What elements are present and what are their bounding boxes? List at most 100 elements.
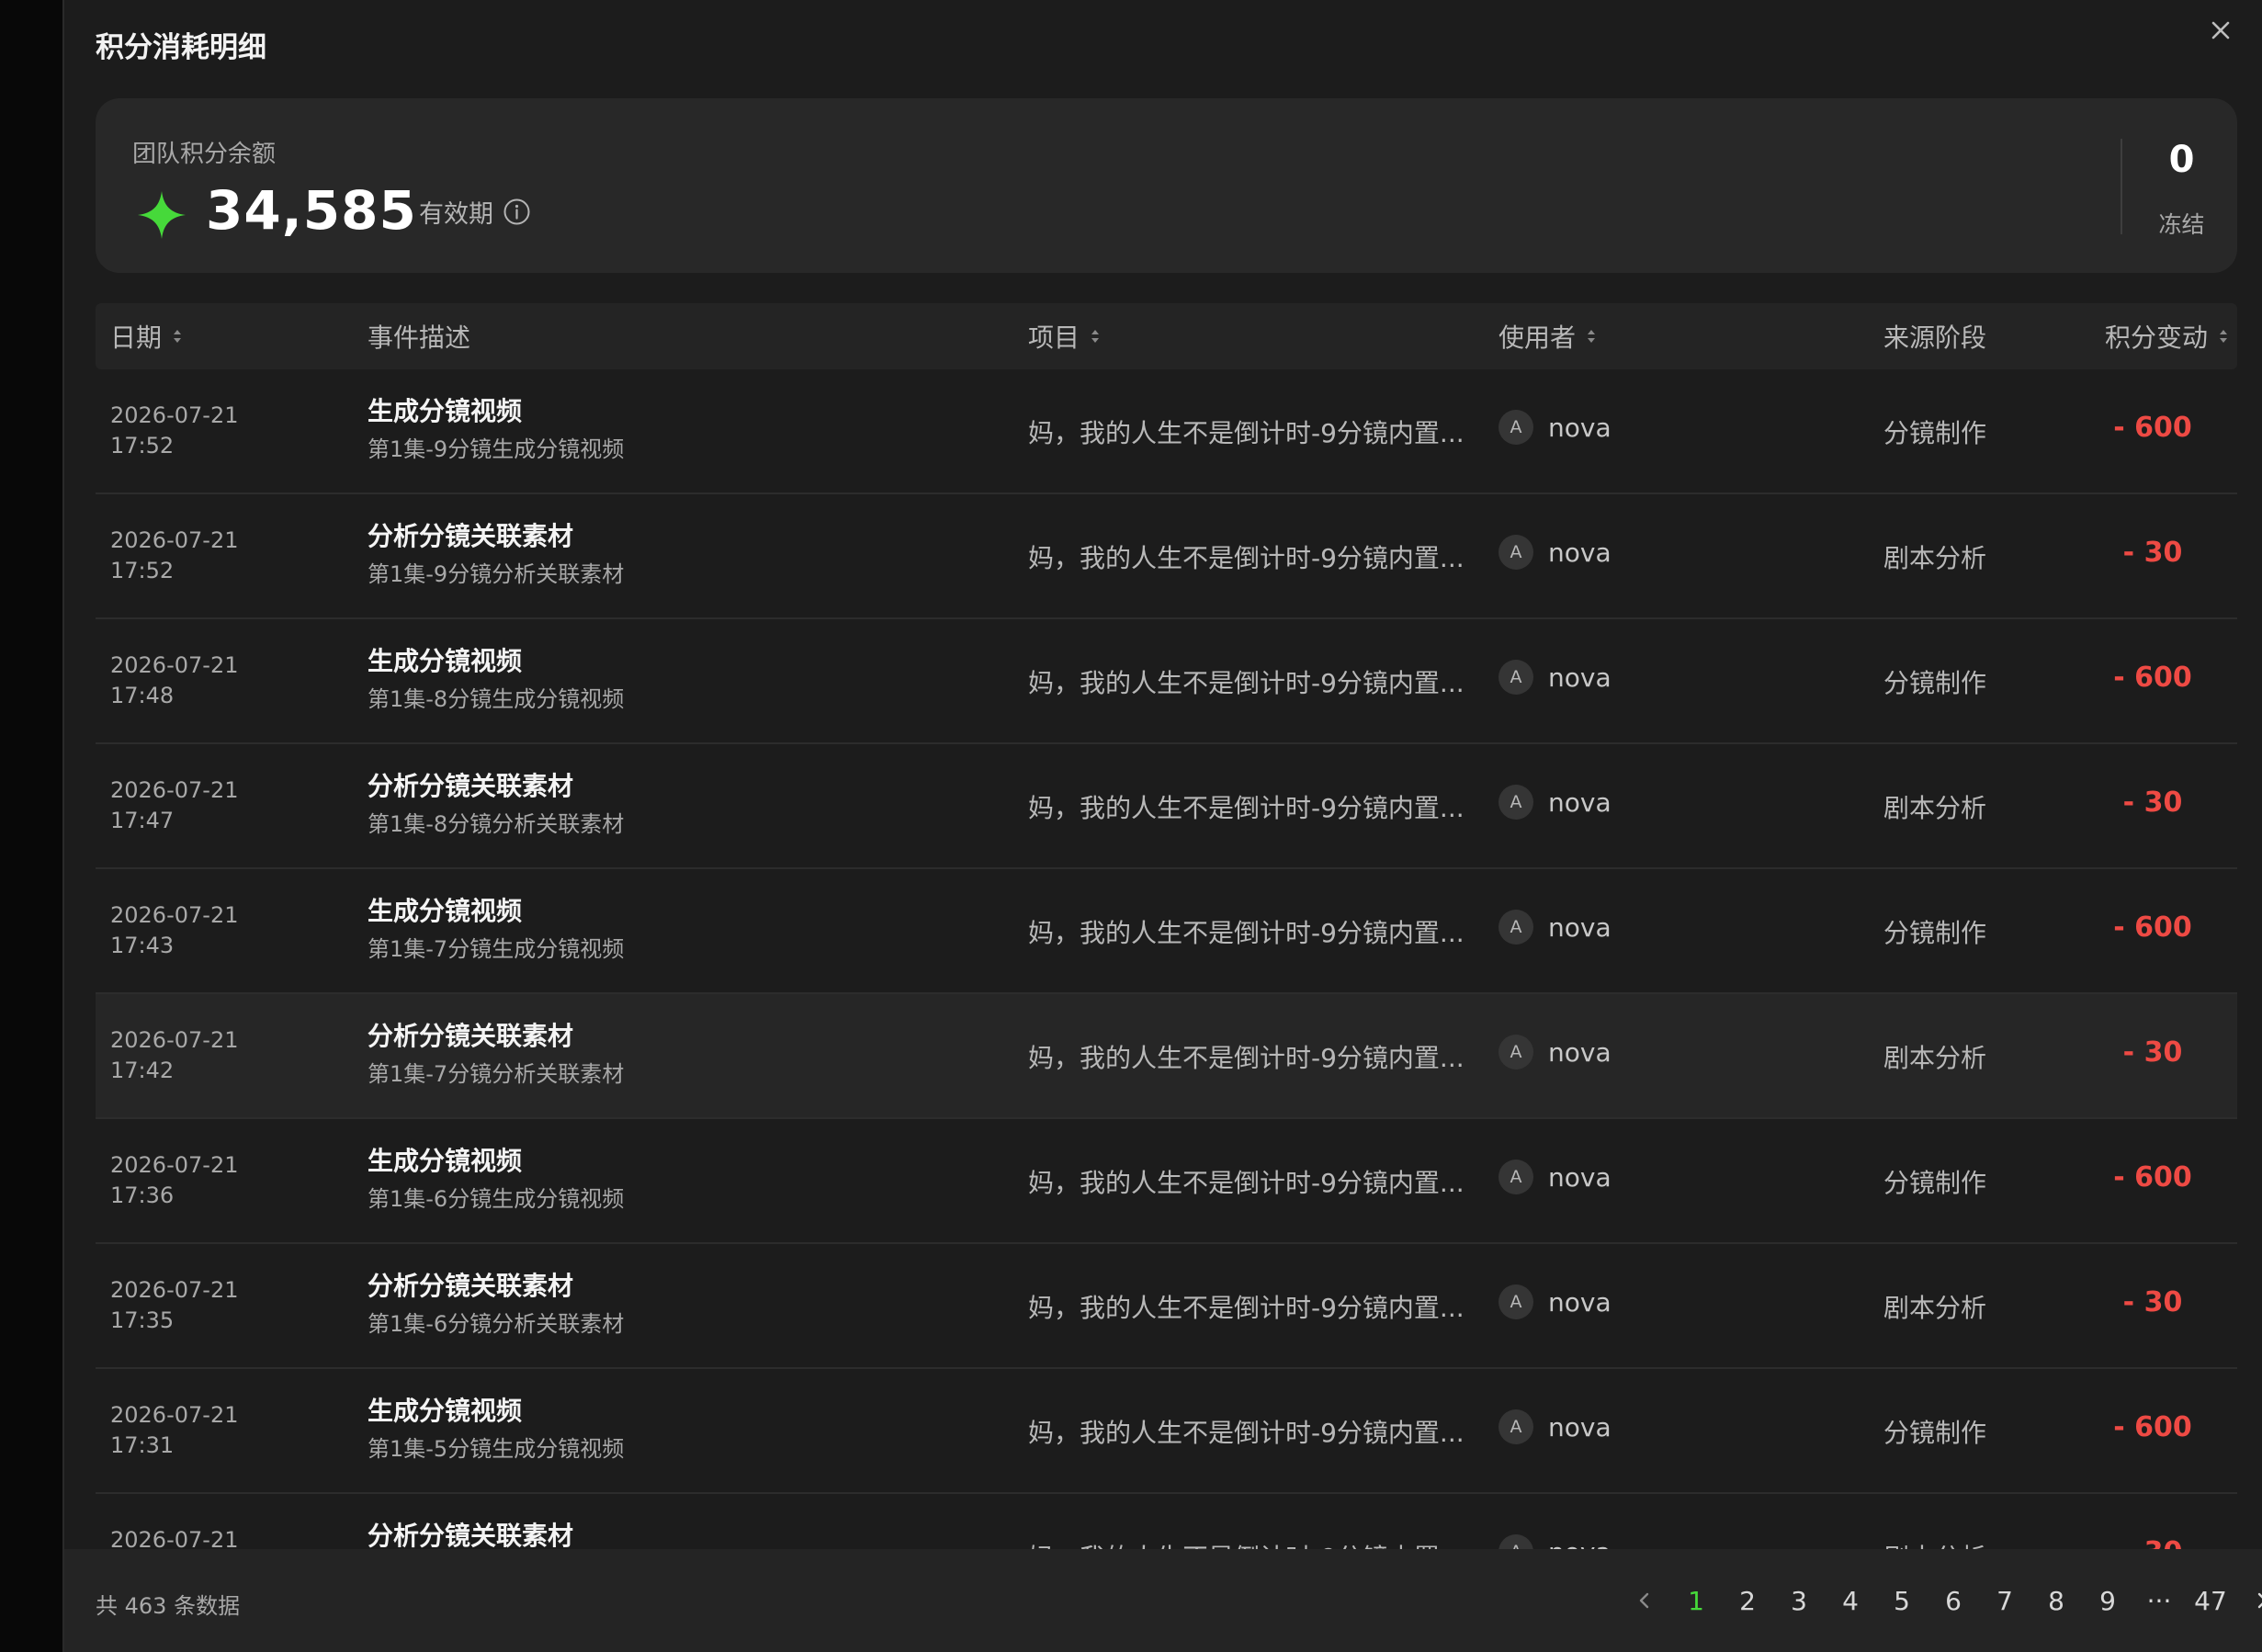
balance-value: 34,585 [206, 179, 417, 242]
row-project: 妈，我的人生不是倒计时-9分镜内置... [1028, 1418, 1465, 1448]
table-row[interactable]: 2026-07-21 17:48 生成分镜视频 第1集-8分镜生成分镜视频 妈，我的人生… [96, 619, 2237, 744]
event-subtitle: 第1集-6分镜生成分镜视频 [368, 1186, 625, 1212]
row-time: 17:31 [110, 1432, 175, 1458]
user-name: nova [1548, 1161, 1612, 1193]
event-title: 生成分镜视频 [368, 1146, 523, 1176]
table-row[interactable]: 2026-07-21 17:47 分析分镜关联素材 第1集-8分镜分析关联素材 妈，我的… [96, 744, 2237, 869]
table-header: 日期 事件描述 项目 使用者 来源阶段 积分变动 [96, 303, 2237, 369]
row-event: 分析分镜关联素材 第1集-8分镜分析关联素材 [368, 770, 624, 838]
column-event: 事件描述 [368, 303, 470, 369]
event-title: 分析分镜关联素材 [368, 1271, 574, 1301]
balance-label: 团队积分余额 [132, 141, 277, 168]
row-project: 妈，我的人生不是倒计时-9分镜内置... [1028, 793, 1465, 823]
row-event: 生成分镜视频 第1集-5分镜生成分镜视频 [368, 1395, 624, 1463]
event-subtitle: 第1集-8分镜生成分镜视频 [368, 686, 625, 712]
event-title: 生成分镜视频 [368, 396, 523, 426]
avatar: A [1499, 1284, 1533, 1319]
row-user: Anova [1499, 1035, 1612, 1069]
column-event-label: 事件描述 [368, 322, 471, 353]
column-delta[interactable]: 积分变动 [2105, 303, 2230, 369]
row-date: 2026-07-21 [110, 652, 239, 678]
avatar: A [1499, 910, 1533, 945]
column-date[interactable]: 日期 [110, 303, 184, 369]
close-icon [2211, 21, 2230, 40]
row-time: 17:36 [110, 1182, 175, 1208]
user-name: nova [1548, 412, 1612, 443]
row-user: Anova [1499, 660, 1612, 695]
row-project: 妈，我的人生不是倒计时-9分镜内置... [1028, 418, 1465, 448]
page-number[interactable]: 8 [2030, 1586, 2082, 1616]
row-datetime: 2026-07-21 17:52 [110, 526, 238, 586]
validity-info[interactable]: 有效期 [419, 194, 531, 230]
row-user: Anova [1499, 535, 1612, 570]
page-number[interactable]: 3 [1773, 1586, 1825, 1616]
page-number[interactable]: 2 [1722, 1586, 1773, 1616]
table-row[interactable]: 2026-07-21 17:42 分析分镜关联素材 第1集-7分镜分析关联素材 妈，我的… [96, 994, 2237, 1119]
avatar: A [1499, 1035, 1533, 1069]
page-number[interactable]: 6 [1928, 1586, 1979, 1616]
row-date: 2026-07-21 [110, 1277, 239, 1303]
info-icon[interactable] [503, 198, 531, 226]
user-name: nova [1548, 662, 1612, 693]
event-subtitle: 第1集-8分镜分析关联素材 [368, 811, 625, 837]
sort-icon [1091, 330, 1100, 343]
frozen-label: 冻结 [2158, 211, 2205, 238]
column-user[interactable]: 使用者 [1499, 303, 1598, 369]
row-delta: - 600 [2113, 911, 2192, 944]
row-user: Anova [1499, 1409, 1612, 1444]
page-number[interactable]: 47 [2185, 1586, 2236, 1616]
page-ellipsis[interactable]: ··· [2133, 1586, 2185, 1616]
column-stage-label: 来源阶段 [1883, 322, 1987, 353]
row-date: 2026-07-21 [110, 402, 239, 428]
page-number[interactable]: 9 [2082, 1586, 2133, 1616]
avatar: A [1499, 785, 1533, 820]
table-row[interactable]: 2026-07-21 17:43 生成分镜视频 第1集-7分镜生成分镜视频 妈，我的人生… [96, 869, 2237, 994]
table-row[interactable]: 2026-07-21 17:35 分析分镜关联素材第1集-6分镜分析关联素材 妈，我的… [96, 1244, 2237, 1369]
column-project[interactable]: 项目 [1028, 303, 1102, 369]
row-event: 生成分镜视频 第1集-9分镜生成分镜视频 [368, 395, 624, 463]
table-row[interactable]: 2026-07-21 17:31 生成分镜视频 第1集-5分镜生成分镜视频 妈，我的人生… [96, 1369, 2237, 1494]
row-time: 17:43 [110, 933, 175, 958]
sort-icon [1588, 330, 1596, 343]
page-number[interactable]: 5 [1876, 1586, 1928, 1616]
row-project: 妈，我的人生不是倒计时-9分镜内置... [1028, 1043, 1465, 1073]
event-title: 生成分镜视频 [368, 1396, 523, 1426]
avatar: A [1499, 1160, 1533, 1194]
table-row[interactable]: 2026-07-21 17:52 生成分镜视频 第1集-9分镜生成分镜视频 妈，我的人生… [96, 369, 2237, 494]
row-delta: - 600 [2113, 412, 2192, 444]
chevron-left-icon [1639, 1592, 1649, 1609]
row-delta: - 30 [2122, 786, 2183, 819]
row-project: 妈，我的人生不是倒计时-9分镜内置... [1028, 668, 1465, 698]
total-count: 共 463 条数据 [96, 1593, 241, 1619]
page-number[interactable]: 4 [1825, 1586, 1876, 1616]
row-event: 分析分镜关联素材 第1集-7分镜分析关联素材 [368, 1020, 624, 1088]
prev-page-button[interactable] [1619, 1577, 1670, 1624]
row-stage: 剧本分析 [1883, 543, 1987, 573]
row-project: 妈，我的人生不是倒计时-9分镜内置... [1028, 1293, 1465, 1323]
event-subtitle: 第1集-6分镜分析关联素材 [368, 1311, 625, 1337]
chevron-right-icon [2257, 1592, 2262, 1609]
row-time: 17:35 [110, 1307, 175, 1333]
table-row[interactable]: 2026-07-21 17:36 生成分镜视频 第1集-6分镜生成分镜视频 妈，我的人生… [96, 1119, 2237, 1244]
avatar: A [1499, 660, 1533, 695]
credits-table: 日期 事件描述 项目 使用者 来源阶段 积分变动 2026-07-21 17:5… [96, 303, 2237, 1615]
row-date: 2026-07-21 [110, 1027, 239, 1053]
event-title: 生成分镜视频 [368, 896, 523, 926]
user-name: nova [1548, 1286, 1612, 1318]
row-delta: - 30 [2122, 537, 2183, 569]
row-time: 17:47 [110, 808, 175, 833]
row-datetime: 2026-07-21 17:36 [110, 1150, 238, 1211]
row-delta: - 30 [2122, 1036, 2183, 1069]
next-page-button[interactable] [2236, 1577, 2262, 1624]
row-delta: - 600 [2113, 662, 2192, 694]
table-row[interactable]: 2026-07-21 17:52 分析分镜关联素材 第1集-9分镜分析关联素材 妈，我的… [96, 494, 2237, 619]
page-number[interactable]: 7 [1979, 1586, 2030, 1616]
close-button[interactable] [2205, 15, 2236, 46]
row-date: 2026-07-21 [110, 1402, 239, 1428]
page-number[interactable]: 1 [1670, 1586, 1722, 1616]
card-divider [2121, 139, 2122, 234]
row-datetime: 2026-07-21 17:47 [110, 775, 238, 836]
avatar: A [1499, 535, 1533, 570]
row-delta: - 30 [2122, 1286, 2183, 1318]
row-event: 生成分镜视频 第1集-7分镜生成分镜视频 [368, 895, 624, 963]
